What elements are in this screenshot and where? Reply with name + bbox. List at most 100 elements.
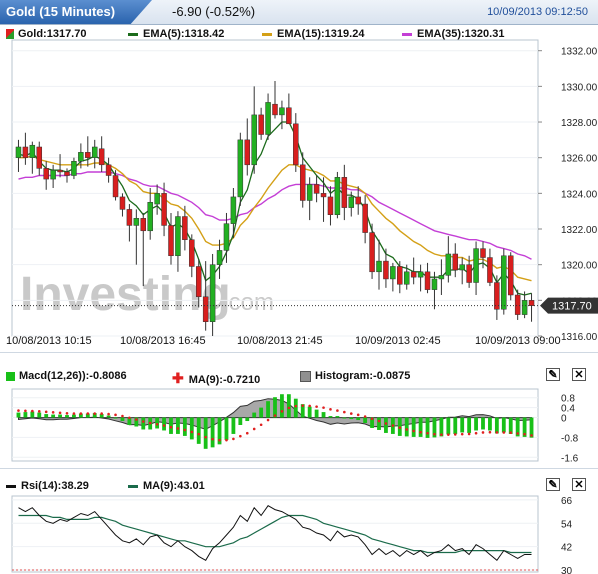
macd-close-button[interactable]: ✕	[572, 368, 586, 381]
rsi-y-tick-label: 54	[561, 519, 573, 530]
candle-body	[182, 216, 188, 240]
macd-bar	[286, 394, 291, 418]
rsi-chart[interactable]: 66 54 42 30	[0, 494, 598, 574]
signal-point	[287, 406, 291, 410]
candle-body	[480, 248, 486, 258]
candle-body	[466, 264, 472, 283]
candle-body	[175, 216, 181, 257]
signal-point	[31, 409, 34, 413]
macd-bar	[72, 414, 76, 418]
candle-body	[64, 171, 70, 176]
macd-bar	[169, 417, 173, 434]
candle-body	[501, 255, 507, 310]
legend-rsi-ma: MA(9):43.01	[128, 480, 205, 492]
candle-body	[362, 203, 368, 233]
signal-point	[155, 422, 159, 426]
macd-bar	[474, 417, 478, 431]
macd-bar	[467, 417, 472, 433]
candle-body	[147, 202, 153, 232]
signal-point	[218, 438, 221, 442]
candle-body	[286, 107, 292, 125]
macd-bar	[494, 417, 499, 434]
candle-body	[390, 266, 396, 280]
price-chart[interactable]: Investing .com 1332.001330.001328.001326…	[0, 36, 598, 346]
candle-body	[279, 107, 285, 116]
legend-rsi: Rsi(14):38.29	[6, 480, 89, 492]
candle-body	[133, 218, 140, 226]
macd-chart[interactable]: 0.80.40-0.8-1.6	[0, 386, 598, 464]
signal-point	[121, 414, 124, 418]
macd-bar	[356, 417, 361, 421]
signal-point	[37, 410, 41, 413]
candle-body	[452, 253, 459, 271]
histogram-swatch	[300, 370, 311, 382]
rsi-settings-button[interactable]: ✎	[546, 478, 560, 491]
candle-body	[195, 266, 202, 298]
signal-point	[398, 426, 402, 430]
signal-point	[377, 419, 381, 423]
candle-body	[327, 196, 334, 215]
macd-bar	[418, 417, 423, 437]
candle-body	[521, 300, 528, 315]
separator-2	[0, 468, 598, 469]
candle-body	[209, 264, 216, 322]
signal-point	[474, 431, 478, 435]
macd-bar	[266, 401, 270, 418]
instrument-title[interactable]: Gold (15 Minutes)	[0, 0, 152, 24]
y-tick-label: 1326.00	[561, 154, 598, 165]
signal-point	[141, 420, 145, 423]
candle-body	[397, 266, 403, 285]
candle-body	[376, 260, 382, 273]
candle-body	[244, 139, 251, 166]
legend-macd: Macd(12,26)):-0.8086	[6, 370, 127, 382]
signal-point	[356, 413, 360, 417]
macd-swatch	[6, 371, 15, 381]
signal-point	[440, 433, 443, 436]
candle-body	[126, 209, 133, 226]
signal-point	[481, 431, 485, 434]
signal-point	[363, 415, 367, 418]
rsi-legend: Rsi(14):38.29 MA(9):43.01	[0, 477, 598, 495]
macd-bar	[307, 406, 312, 418]
rsi-ma-swatch	[128, 484, 138, 488]
macd-bar	[328, 416, 333, 418]
y-tick-label: 1324.00	[561, 189, 598, 200]
x-label-2: 10/08/2013 16:45	[120, 335, 206, 347]
signal-point	[86, 412, 90, 415]
x-label-1: 10/08/2013 10:15	[6, 335, 92, 347]
watermark-suffix: .com	[222, 289, 274, 316]
candle-body	[22, 146, 29, 158]
candle-body	[223, 223, 230, 251]
candle-body	[85, 152, 91, 158]
macd-bar	[37, 412, 42, 418]
signal-point	[232, 437, 235, 441]
candle-body	[43, 168, 49, 180]
macd-bar	[481, 417, 485, 430]
candle-body	[91, 146, 98, 158]
legend-macd-ma-label: MA(9):-0.7210	[188, 374, 261, 386]
x-label-3: 10/08/2013 21:45	[237, 335, 323, 347]
rsi-plot-frame	[11, 495, 539, 573]
candle-body	[154, 193, 160, 205]
macd-settings-button[interactable]: ✎	[546, 368, 560, 381]
macd-bar	[501, 417, 506, 433]
macd-bar	[453, 417, 458, 434]
legend-histogram: Histogram:-0.0875	[300, 370, 410, 382]
candle-body	[119, 196, 126, 210]
signal-point	[412, 429, 415, 433]
signal-point	[349, 412, 353, 415]
macd-legend: Macd(12,26)):-0.8086 ✚ MA(9):-0.7210 Hist…	[0, 367, 598, 386]
candle-body	[410, 271, 417, 278]
candle-body	[251, 114, 257, 166]
y-tick-label: 1316.00	[561, 332, 598, 343]
candle-body	[265, 102, 271, 135]
candle-body	[189, 239, 195, 267]
signal-point	[447, 433, 450, 436]
signal-point	[24, 409, 27, 413]
candle-body	[237, 139, 244, 198]
candle-body	[306, 184, 313, 201]
rsi-y-tick-label: 30	[561, 566, 573, 574]
candle-body	[105, 164, 112, 176]
rsi-close-button[interactable]: ✕	[572, 478, 586, 491]
macd-bar	[203, 417, 208, 449]
